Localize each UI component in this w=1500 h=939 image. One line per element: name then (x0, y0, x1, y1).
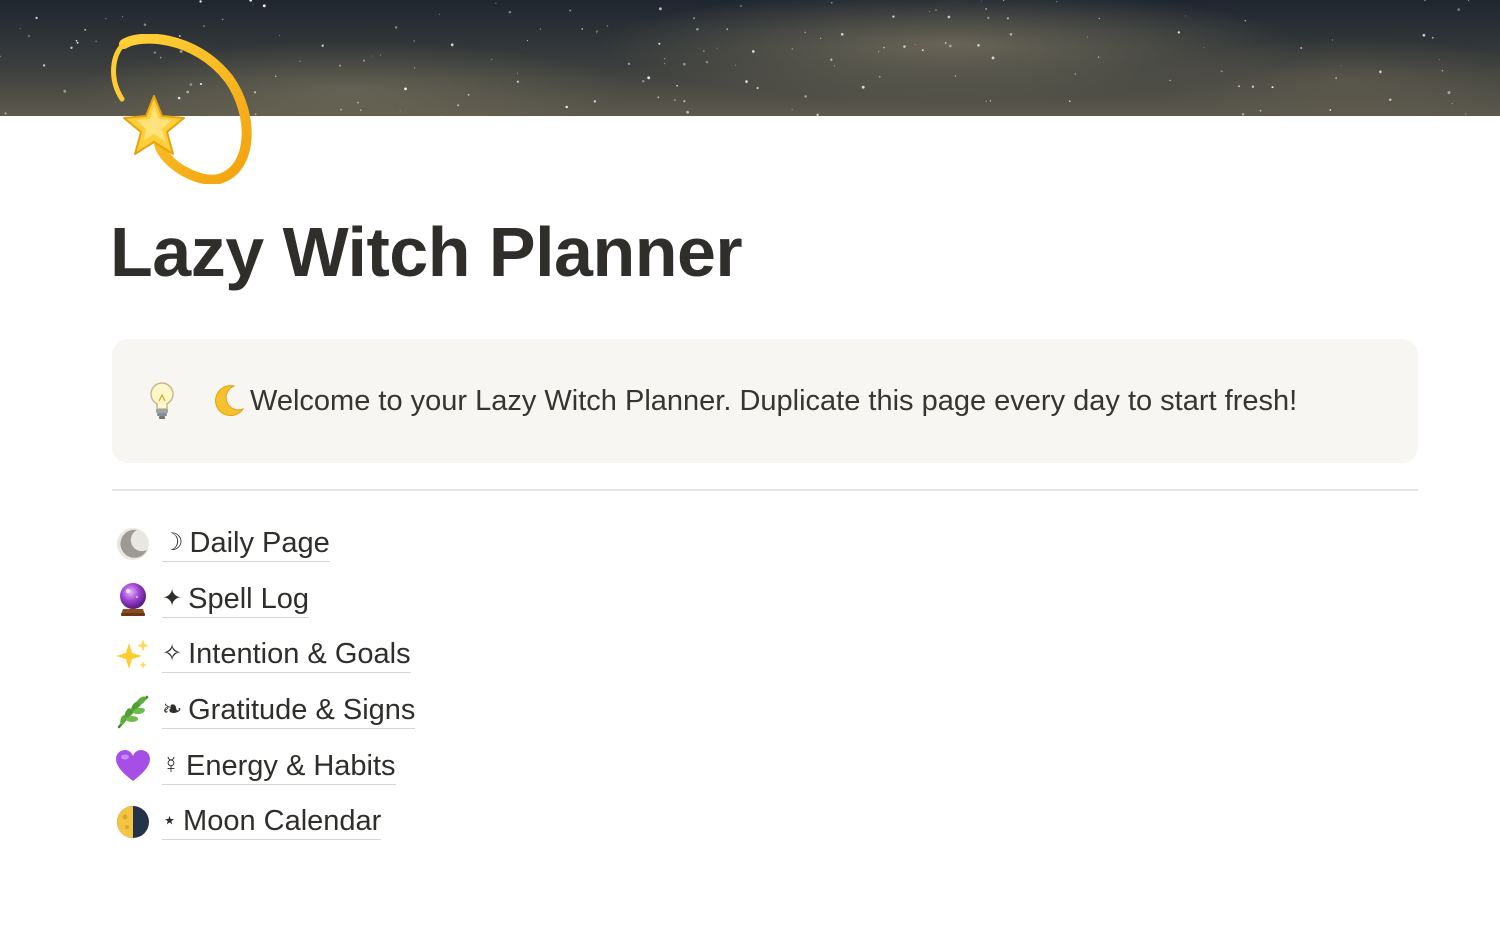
link-label[interactable]: ☽ Daily Page (162, 525, 330, 563)
dizzy-star-icon[interactable] (104, 33, 254, 185)
page: Lazy Witch Planner Welcome to your Lazy … (0, 0, 1500, 939)
link-energy-habits[interactable]: ☿ Energy & Habits (114, 738, 415, 794)
lightbulb-icon[interactable] (146, 379, 178, 423)
link-daily-page[interactable]: ☽ Daily Page (114, 516, 415, 572)
sparkles-icon (114, 636, 152, 674)
link-intention-goals[interactable]: ✧ Intention & Goals (114, 627, 415, 683)
page-title[interactable]: Lazy Witch Planner (110, 210, 743, 294)
link-label[interactable]: ✦ Spell Log (162, 581, 310, 618)
crystal-ball-icon (114, 580, 152, 618)
first-quarter-moon-icon (114, 803, 152, 841)
herb-icon (114, 692, 152, 730)
link-label[interactable]: ⋆ Moon Calendar (162, 803, 382, 841)
callout-block[interactable]: Welcome to your Lazy Witch Planner. Dupl… (112, 339, 1418, 463)
callout-text: Welcome to your Lazy Witch Planner. Dupl… (210, 383, 1297, 422)
link-moon-calendar[interactable]: ⋆ Moon Calendar (114, 794, 415, 850)
crescent-moon-gray-icon (114, 525, 152, 563)
page-links: ☽ Daily Page ✦ Spell Log ✧ Intention & G… (114, 516, 416, 850)
link-label[interactable]: ❧ Gratitude & Signs (162, 692, 416, 730)
callout-message: Welcome to your Lazy Witch Planner. Dupl… (250, 385, 1298, 418)
link-gratitude-signs[interactable]: ❧ Gratitude & Signs (114, 683, 416, 739)
purple-heart-icon (114, 747, 152, 785)
link-spell-log[interactable]: ✦ Spell Log (114, 572, 415, 628)
crescent-moon-icon (210, 383, 250, 422)
link-label[interactable]: ☿ Energy & Habits (162, 748, 396, 785)
divider (112, 489, 1418, 491)
link-label[interactable]: ✧ Intention & Goals (162, 636, 411, 674)
